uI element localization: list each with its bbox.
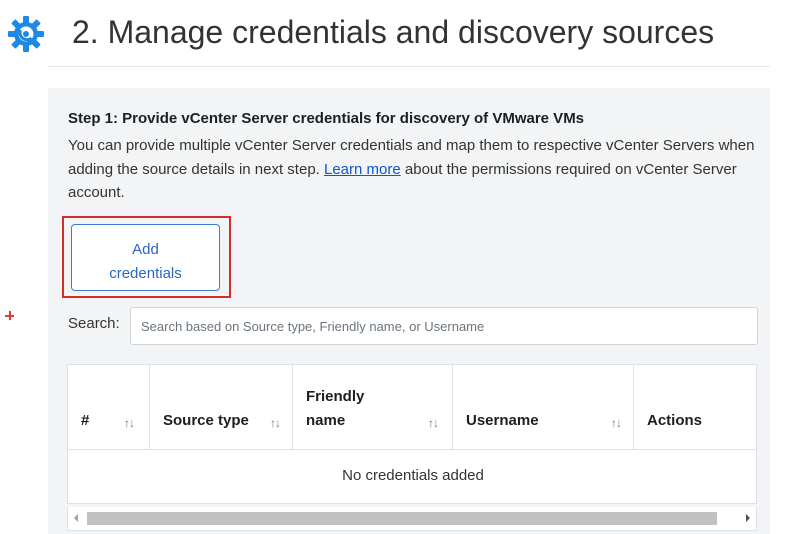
sort-icon[interactable]: ↑↓ — [611, 416, 622, 430]
add-credentials-button[interactable]: Add credentials — [71, 224, 220, 291]
step1-title: Step 1: Provide vCenter Server credentia… — [68, 110, 585, 127]
column-header-username[interactable]: Username ↑↓ — [453, 365, 634, 449]
page-title: 2. Manage credentials and discovery sour… — [72, 14, 715, 50]
sort-icon[interactable]: ↑↓ — [270, 416, 281, 430]
sort-icon[interactable]: ↑↓ — [124, 416, 135, 430]
scrollbar-thumb[interactable] — [87, 512, 717, 525]
column-label: Username — [466, 412, 539, 429]
add-button-label-line2: credentials — [109, 265, 182, 282]
credentials-table: # ↑↓ Source type ↑↓ Friendly name ↑↓ User… — [67, 364, 757, 504]
scroll-right-arrow-icon[interactable] — [746, 514, 750, 522]
header-divider — [48, 66, 770, 67]
column-label: # — [81, 412, 90, 429]
column-header-friendly-name[interactable]: Friendly name ↑↓ — [293, 365, 453, 449]
empty-table-message: No credentials added — [342, 467, 484, 484]
learn-more-link[interactable]: Learn more — [324, 161, 401, 178]
column-label: Actions — [647, 412, 703, 429]
add-button-label-line1: Add — [132, 241, 159, 258]
sort-icon[interactable]: ↑↓ — [428, 416, 439, 430]
page-header: 2. Manage credentials and discovery sour… — [0, 0, 794, 68]
column-header-source-type[interactable]: Source type ↑↓ — [150, 365, 293, 449]
column-header-number[interactable]: # ↑↓ — [68, 365, 150, 449]
gear-icon — [8, 16, 44, 52]
column-header-actions: Actions — [634, 365, 756, 449]
cursor-crosshair-icon — [5, 311, 14, 320]
horizontal-scrollbar[interactable] — [67, 507, 757, 531]
column-label: Source type — [163, 412, 249, 429]
search-input[interactable] — [130, 307, 758, 345]
search-label: Search: — [68, 315, 120, 332]
scroll-left-arrow-icon[interactable] — [74, 514, 78, 522]
column-label: Friendly name — [306, 388, 365, 429]
step1-description: You can provide multiple vCenter Server … — [68, 134, 758, 205]
